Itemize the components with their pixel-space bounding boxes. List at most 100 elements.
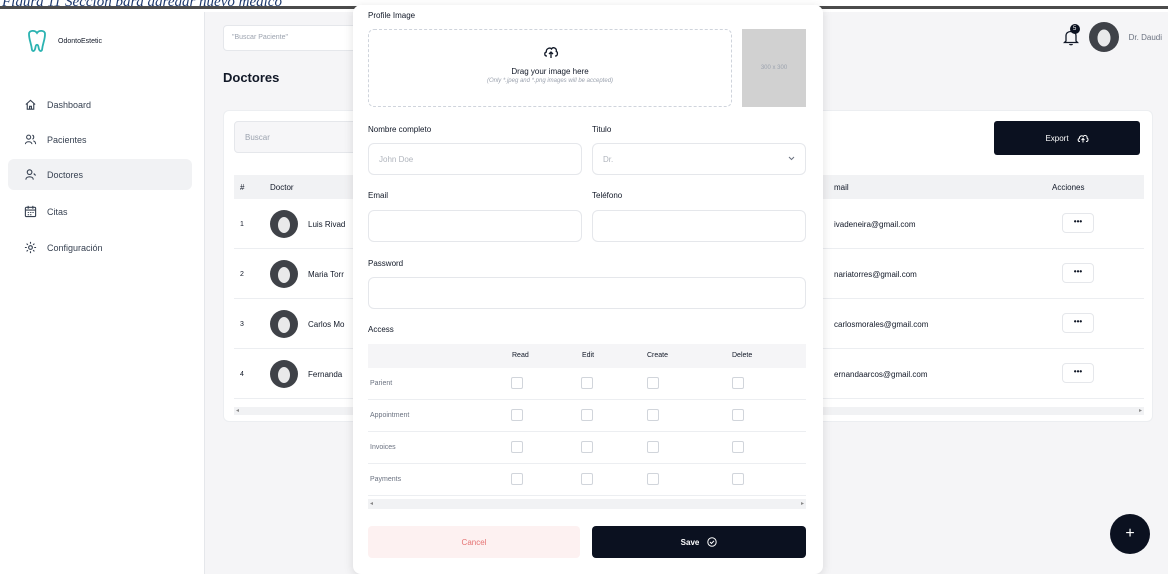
save-label: Save — [680, 537, 700, 547]
app-logo[interactable]: OdontoEstetic — [24, 28, 102, 54]
doctor-email: carlosmorales@gmail.com — [834, 320, 929, 329]
avatar-icon — [270, 310, 298, 338]
doctor-name: Carlos Mo — [308, 320, 345, 329]
page-title: Doctores — [223, 70, 280, 85]
row-actions-button[interactable]: ••• — [1062, 363, 1094, 383]
create-checkbox[interactable] — [647, 409, 659, 421]
edit-checkbox[interactable] — [581, 377, 593, 389]
create-checkbox[interactable] — [647, 473, 659, 485]
cloud-upload-icon — [544, 47, 559, 58]
doctor-name: Fernanda — [308, 370, 343, 379]
sidebar-item-dashboard[interactable]: Dashboard — [8, 89, 192, 120]
phone-input[interactable] — [592, 210, 806, 242]
title-select[interactable]: Dr. — [592, 143, 806, 175]
preview-size: 300 x 300 — [760, 65, 788, 71]
export-button[interactable]: Export — [994, 121, 1140, 155]
access-col-edit: Edit — [582, 352, 595, 359]
access-row-parient: Parient — [368, 368, 806, 400]
fullname-input[interactable]: John Doe — [368, 143, 582, 175]
access-row-label: Payments — [370, 476, 402, 483]
delete-checkbox[interactable] — [732, 441, 744, 453]
sidebar-item-pacientes[interactable]: Pacientes — [8, 124, 192, 155]
col-actions: Acciones — [1052, 183, 1085, 192]
col-number: # — [240, 183, 245, 192]
sidebar-item-citas[interactable]: Citas — [8, 196, 192, 227]
delete-checkbox[interactable] — [732, 473, 744, 485]
scroll-right-arrow[interactable]: ▸ — [1139, 407, 1142, 414]
access-row-invoices: Invoices — [368, 432, 806, 464]
notification-badge: 5 — [1069, 24, 1080, 34]
sidebar-item-configuracion[interactable]: Configuración — [8, 232, 192, 263]
notification-button[interactable]: 5 — [1062, 24, 1080, 46]
create-checkbox[interactable] — [647, 377, 659, 389]
create-checkbox[interactable] — [647, 441, 659, 453]
tooth-logo-icon — [28, 29, 46, 52]
password-input[interactable] — [368, 277, 806, 309]
doctor-email: nariatorres@gmail.com — [834, 270, 917, 279]
doctor-name: Luis Rivad — [308, 220, 346, 229]
calendar-icon — [24, 205, 37, 218]
header-user-area: 5 Dr. Daudi — [1062, 22, 1162, 52]
col-doctor: Doctor — [270, 183, 294, 192]
scroll-right-arrow[interactable]: ▸ — [801, 500, 804, 507]
read-checkbox[interactable] — [511, 377, 523, 389]
check-circle-icon — [707, 537, 718, 547]
row-actions-button[interactable]: ••• — [1062, 313, 1094, 333]
sidebar: OdontoEstetic Dashboard Pacientes Doctor… — [8, 12, 204, 574]
avatar-icon — [270, 360, 298, 388]
users-icon — [24, 134, 37, 145]
row-number: 3 — [240, 321, 244, 328]
row-number: 4 — [240, 371, 244, 378]
row-actions-button[interactable]: ••• — [1062, 213, 1094, 233]
dropzone-subtitle: (Only *.jpeg and *.png images will be ac… — [486, 78, 614, 84]
access-row-label: Appointment — [370, 412, 410, 419]
user-name[interactable]: Dr. Daudi — [1129, 33, 1162, 42]
export-label: Export — [1045, 133, 1069, 143]
access-table-header: Read Edit Create Delete — [368, 344, 806, 368]
access-col-create: Create — [647, 352, 669, 359]
title-select-value: Dr. — [603, 155, 614, 164]
image-preview: 300 x 300 — [742, 29, 806, 107]
fullname-label: Nombre completo — [368, 125, 432, 134]
title-label: Titulo — [592, 125, 612, 134]
read-checkbox[interactable] — [511, 441, 523, 453]
avatar-icon — [270, 210, 298, 238]
image-dropzone[interactable]: Drag your image here (Only *.jpeg and *.… — [368, 29, 732, 107]
edit-checkbox[interactable] — [581, 409, 593, 421]
profile-image-label: Profile Image — [368, 11, 416, 20]
sidebar-item-label: Dashboard — [47, 99, 92, 110]
chevron-down-icon — [788, 156, 795, 161]
col-email: mail — [834, 183, 849, 192]
access-col-delete: Delete — [732, 352, 753, 359]
scroll-left-arrow[interactable]: ◂ — [236, 407, 239, 414]
delete-checkbox[interactable] — [732, 377, 744, 389]
add-fab-button[interactable]: + — [1110, 514, 1150, 554]
phone-label: Teléfono — [592, 191, 623, 200]
sidebar-item-label: Citas — [47, 206, 68, 217]
cloud-upload-icon — [1077, 134, 1089, 143]
access-horizontal-scrollbar[interactable]: ◂ ▸ — [368, 499, 806, 509]
edit-checkbox[interactable] — [581, 473, 593, 485]
row-number: 2 — [240, 271, 244, 278]
row-actions-button[interactable]: ••• — [1062, 263, 1094, 283]
doctor-email: ernandaarcos@gmail.com — [834, 370, 928, 379]
scroll-left-arrow[interactable]: ◂ — [370, 500, 373, 507]
edit-checkbox[interactable] — [581, 441, 593, 453]
read-checkbox[interactable] — [511, 473, 523, 485]
sidebar-item-label: Doctores — [47, 169, 84, 180]
home-icon — [25, 99, 36, 110]
access-row-label: Invoices — [370, 444, 396, 451]
save-button[interactable]: Save — [592, 526, 806, 558]
sidebar-item-doctores[interactable]: Doctores — [8, 159, 192, 190]
add-doctor-modal: Profile Image Drag your image here (Only… — [353, 5, 823, 574]
avatar-icon — [270, 260, 298, 288]
access-row-label: Parient — [370, 380, 393, 387]
dropzone-title: Drag your image here — [511, 67, 589, 76]
row-number: 1 — [240, 221, 244, 228]
access-col-read: Read — [512, 352, 529, 359]
cancel-button[interactable]: Cancel — [368, 526, 580, 558]
read-checkbox[interactable] — [511, 409, 523, 421]
delete-checkbox[interactable] — [732, 409, 744, 421]
user-avatar-icon[interactable] — [1088, 22, 1119, 52]
email-input[interactable] — [368, 210, 582, 242]
